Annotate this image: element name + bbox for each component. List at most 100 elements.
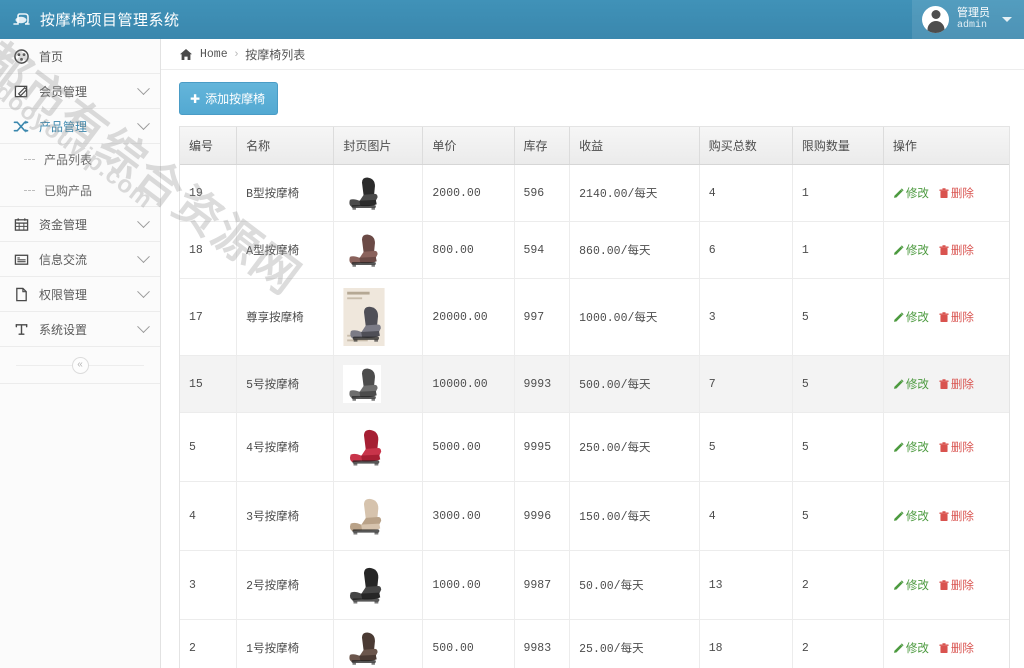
delete-row-button[interactable]: 删除: [939, 577, 974, 593]
cell-profit: 50.00/每天: [569, 550, 700, 620]
tree-line-icon: [24, 159, 35, 160]
column-header-profit[interactable]: 收益: [569, 127, 700, 165]
row-actions: 修改 删除: [893, 242, 1000, 258]
trash-icon: [939, 642, 949, 654]
column-header-id[interactable]: 编号: [180, 127, 238, 165]
cell-cover-image: [333, 412, 424, 482]
delete-row-button[interactable]: 删除: [939, 640, 974, 656]
table-row[interactable]: 17 尊享按摩椅 20000.00 997 1000.00/每天 3 5 修改 删除: [180, 278, 1009, 356]
cell-id: 18: [180, 221, 238, 279]
add-massage-chair-button[interactable]: ✚ 添加按摩椅: [179, 82, 279, 115]
cell-stock: 596: [514, 164, 571, 222]
sidebar-item-permissions[interactable]: 权限管理: [0, 277, 160, 312]
delete-row-button[interactable]: 删除: [939, 508, 974, 524]
sidebar-subitem-purchased-products-label: 已购产品: [44, 184, 93, 198]
column-header-image[interactable]: 封页图片: [333, 127, 424, 165]
chevron-down-icon[interactable]: [137, 214, 150, 228]
user-menu[interactable]: 管理员 admin: [912, 0, 1024, 39]
cell-purchase-total: 18: [699, 619, 793, 668]
sidebar-item-settings[interactable]: 系统设置: [0, 312, 160, 347]
sidebar-item-members[interactable]: 会员管理: [0, 74, 160, 109]
delete-row-label: 删除: [950, 442, 974, 454]
row-actions: 修改 删除: [893, 376, 1000, 392]
edit-row-button[interactable]: 修改: [893, 309, 929, 325]
breadcrumb-home[interactable]: Home: [200, 48, 228, 61]
sidebar-subitem-purchased-products[interactable]: 已购产品: [0, 175, 160, 206]
cell-id: 4: [180, 481, 238, 551]
delete-row-button[interactable]: 删除: [939, 376, 974, 392]
cell-cover-image: [333, 481, 424, 551]
sidebar-item-messages[interactable]: 信息交流: [0, 242, 160, 277]
sidebar-item-products-label: 产品管理: [39, 119, 88, 134]
column-header-stock[interactable]: 库存: [514, 127, 571, 165]
table-row[interactable]: 18 A型按摩椅 800.00 594 860.00/每天 6 1 修改 删除: [180, 221, 1009, 279]
cell-stock: 9995: [514, 412, 571, 482]
massage-chair-gray-thumb: [343, 365, 382, 403]
edit-row-button[interactable]: 修改: [893, 376, 929, 392]
cell-id: 3: [180, 550, 238, 620]
cell-purchase-limit: 2: [792, 550, 884, 620]
table-row[interactable]: 4 3号按摩椅 3000.00 9996 150.00/每天 4 5 修改 删除: [180, 481, 1009, 551]
chevron-down-icon[interactable]: [137, 116, 150, 130]
edit-row-button[interactable]: 修改: [893, 242, 929, 258]
edit-square-icon: [13, 83, 29, 99]
sidebar-item-products[interactable]: 产品管理: [0, 109, 160, 144]
edit-row-button[interactable]: 修改: [893, 577, 929, 593]
pencil-icon: [893, 378, 904, 390]
column-header-purchased[interactable]: 购买总数: [699, 127, 793, 165]
sidebar-item-finance[interactable]: 资金管理: [0, 207, 160, 242]
breadcrumb-separator: ›: [234, 48, 239, 60]
chevron-down-icon[interactable]: [137, 81, 150, 95]
pencil-icon: [893, 579, 904, 591]
table-row[interactable]: 2 1号按摩椅 500.00 9983 25.00/每天 18 2 修改 删除: [180, 619, 1009, 668]
sidebar-subitem-product-list[interactable]: 产品列表: [0, 144, 160, 175]
delete-row-button[interactable]: 删除: [939, 185, 974, 201]
cell-actions: 修改 删除: [883, 619, 1009, 668]
chevron-left-icon[interactable]: «: [71, 356, 89, 374]
column-header-limit[interactable]: 限购数量: [792, 127, 884, 165]
cell-purchase-total: 4: [699, 164, 793, 222]
cell-cover-image: [333, 221, 424, 279]
chevron-down-icon[interactable]: [137, 284, 150, 298]
cell-profit: 25.00/每天: [569, 619, 700, 668]
list-box-icon: [13, 251, 29, 267]
app-title: 按摩椅项目管理系统: [40, 12, 180, 29]
table-row[interactable]: 15 5号按摩椅 10000.00 9993 500.00/每天 7 5 修改 删除: [180, 355, 1009, 413]
delete-row-label: 删除: [950, 511, 974, 523]
cell-purchase-total: 4: [699, 481, 793, 551]
edit-row-button[interactable]: 修改: [893, 508, 929, 524]
trash-icon: [939, 579, 949, 591]
edit-row-button[interactable]: 修改: [893, 185, 929, 201]
sidebar: 首页 会员管理 产品管理 产品列表 已购产品 资金管理 信息交流 权限管理 系统…: [0, 39, 161, 668]
cell-id: 17: [180, 278, 238, 356]
edit-row-button[interactable]: 修改: [893, 640, 929, 656]
chevron-down-icon[interactable]: [137, 319, 150, 333]
delete-row-button[interactable]: 删除: [939, 309, 974, 325]
sidebar-item-settings-label: 系统设置: [39, 322, 88, 337]
text-tool-icon: [13, 321, 29, 337]
table-row[interactable]: 5 4号按摩椅 5000.00 9995 250.00/每天 5 5 修改 删除: [180, 412, 1009, 482]
delete-row-label: 删除: [950, 188, 974, 200]
massage-chair-beige-thumb: [343, 491, 386, 541]
trash-icon: [939, 244, 949, 256]
cell-profit: 500.00/每天: [569, 355, 700, 413]
cell-stock: 9993: [514, 355, 571, 413]
edit-row-button[interactable]: 修改: [893, 439, 929, 455]
cell-actions: 修改 删除: [883, 412, 1009, 482]
cell-purchase-limit: 1: [792, 221, 884, 279]
caret-down-icon[interactable]: [1002, 17, 1012, 22]
calendar-icon: [13, 216, 29, 232]
products-table-body: 19 B型按摩椅 2000.00 596 2140.00/每天 4 1 修改 删除 18 A…: [180, 164, 1009, 668]
cell-actions: 修改 删除: [883, 221, 1009, 279]
cell-price: 10000.00: [422, 355, 515, 413]
column-header-name[interactable]: 名称: [236, 127, 335, 165]
delete-row-button[interactable]: 删除: [939, 242, 974, 258]
sidebar-item-home[interactable]: 首页: [0, 39, 160, 74]
table-row[interactable]: 19 B型按摩椅 2000.00 596 2140.00/每天 4 1 修改 删除: [180, 164, 1009, 222]
column-header-price[interactable]: 单价: [422, 127, 515, 165]
table-row[interactable]: 3 2号按摩椅 1000.00 9987 50.00/每天 13 2 修改 删除: [180, 550, 1009, 620]
chevron-down-icon[interactable]: [137, 249, 150, 263]
dashboard-icon: [13, 48, 29, 64]
sidebar-item-permissions-label: 权限管理: [39, 287, 88, 302]
delete-row-button[interactable]: 删除: [939, 439, 974, 455]
